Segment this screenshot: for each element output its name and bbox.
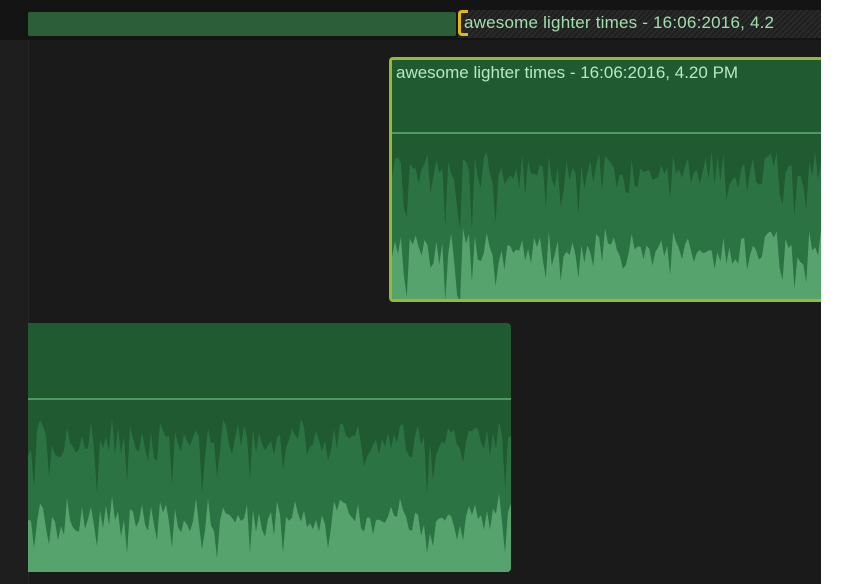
top-clip-title: awesome lighter times - 16:06:2016, 4.2	[464, 13, 775, 32]
left-gutter	[0, 0, 29, 584]
selected-audio-clip[interactable]: awesome lighter times - 16:06:2016, 4.20…	[389, 57, 821, 302]
top-clip-label[interactable]: awesome lighter times - 16:06:2016, 4.2	[458, 10, 821, 38]
waveform	[392, 150, 821, 299]
timeline[interactable]: awesome lighter times - 16:06:2016, 4.2 …	[0, 0, 821, 584]
waveform-center-line	[392, 132, 821, 134]
selected-clip-title: awesome lighter times - 16:06:2016, 4.20…	[396, 63, 739, 82]
waveform	[28, 417, 511, 572]
top-audio-clip[interactable]	[28, 12, 456, 36]
audio-clip[interactable]	[28, 323, 511, 572]
trim-bracket-icon[interactable]	[458, 10, 468, 36]
window-edge	[821, 0, 849, 584]
waveform-center-line	[28, 398, 511, 400]
